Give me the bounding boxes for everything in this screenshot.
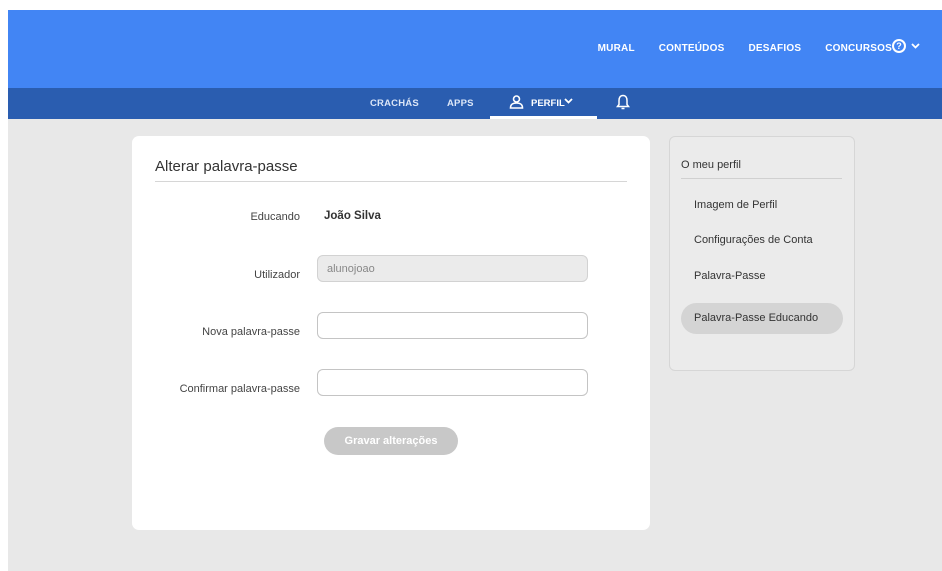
nova-palavra-passe-label: Nova palavra-passe <box>202 326 300 338</box>
top-navigation-bar: MURAL CONTEÚDOS DESAFIOS CONCURSOS ? <box>8 10 942 88</box>
page-title: Alterar palavra-passe <box>155 158 298 175</box>
utilizador-field <box>317 255 588 282</box>
chevron-down-icon <box>911 41 920 52</box>
nav-desafios[interactable]: DESAFIOS <box>748 43 801 54</box>
user-icon <box>509 95 524 114</box>
sidebar-item-imagem-de-perfil[interactable]: Imagem de Perfil <box>694 199 777 211</box>
sidebar-item-palavra-passe[interactable]: Palavra-Passe <box>694 270 766 282</box>
educando-value: João Silva <box>324 210 381 222</box>
nav-mural[interactable]: MURAL <box>598 43 635 54</box>
tab-apps[interactable]: APPS <box>447 98 474 109</box>
confirmar-palavra-passe-label: Confirmar palavra-passe <box>179 383 300 395</box>
chevron-down-icon <box>564 96 573 107</box>
sidebar-item-configuracoes-de-conta[interactable]: Configurações de Conta <box>694 234 813 246</box>
active-tab-indicator <box>490 116 597 119</box>
divider <box>681 178 842 179</box>
help-icon: ? <box>892 39 906 53</box>
sidebar-title: O meu perfil <box>681 159 741 171</box>
help-menu[interactable]: ? <box>892 39 920 53</box>
profile-sidebar: O meu perfil Imagem de Perfil Configuraç… <box>669 136 855 371</box>
change-password-card: Alterar palavra-passe Educando João Silv… <box>132 136 650 530</box>
educando-label: Educando <box>250 211 300 223</box>
app-frame: MURAL CONTEÚDOS DESAFIOS CONCURSOS ? CRA… <box>8 10 942 571</box>
bell-icon[interactable] <box>616 94 630 116</box>
top-nav: MURAL CONTEÚDOS DESAFIOS CONCURSOS <box>598 43 892 54</box>
save-button[interactable]: Gravar alterações <box>324 427 458 455</box>
tab-crachas[interactable]: CRACHÁS <box>370 98 419 109</box>
new-password-field[interactable] <box>317 312 588 339</box>
tab-perfil-label: PERFIL <box>531 98 565 109</box>
nav-conteudos[interactable]: CONTEÚDOS <box>659 43 725 54</box>
tab-perfil[interactable]: PERFIL <box>490 88 597 119</box>
utilizador-label: Utilizador <box>254 269 300 281</box>
sidebar-item-palavra-passe-educando[interactable]: Palavra-Passe Educando <box>681 303 843 334</box>
divider <box>155 181 627 182</box>
nav-concursos[interactable]: CONCURSOS <box>825 43 892 54</box>
secondary-navigation-bar: CRACHÁS APPS PERFIL <box>8 88 942 119</box>
confirm-password-field[interactable] <box>317 369 588 396</box>
